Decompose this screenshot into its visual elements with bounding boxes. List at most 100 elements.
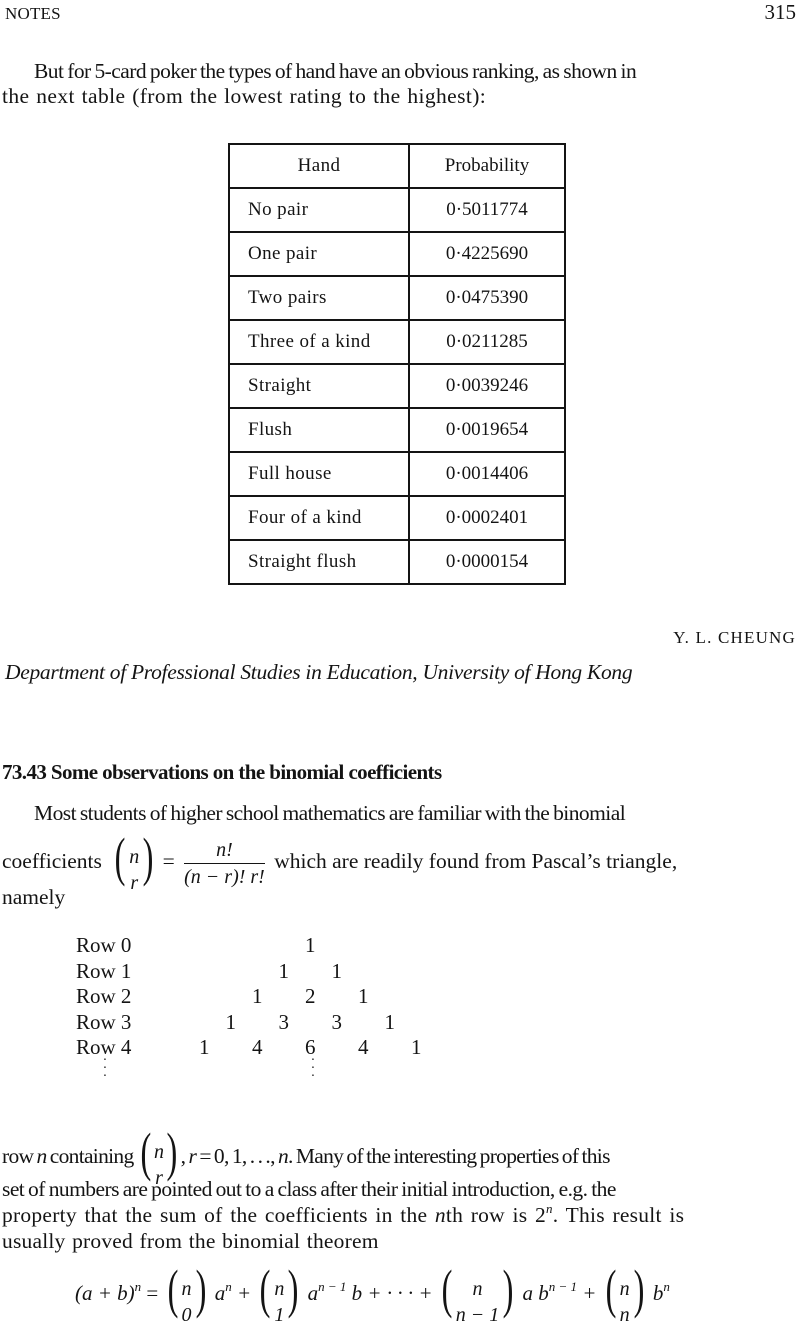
pascal-entry: 1	[331, 958, 343, 983]
pascal-entry: 4	[252, 1035, 263, 1059]
pascal-row-label: Row 2	[76, 984, 132, 1008]
var-n: n	[277, 1143, 289, 1168]
paragraph-3-line-4: usually proved from the binomial theorem	[2, 1229, 379, 1253]
binomial-coefficient: (n n − 1)	[441, 1259, 514, 1327]
hand-cell: No pair	[228, 187, 410, 233]
pascal-entry: 1	[278, 958, 290, 983]
probability-cell: 0·0014406	[408, 451, 566, 497]
namely-text: namely	[2, 885, 66, 909]
term-variable: a	[302, 1280, 319, 1305]
pascal-entry: 1	[411, 1035, 422, 1059]
table-row: Two pairs 0·0475390	[228, 275, 566, 321]
binom-top: n	[472, 1278, 483, 1301]
probability-cell: 0·0002401	[408, 495, 566, 541]
binom-top: n	[181, 1278, 192, 1301]
hand-cell: Four of a kind	[228, 495, 410, 541]
binom-top: n	[274, 1278, 285, 1301]
pascal-entry: 3	[278, 1009, 290, 1034]
term-exponent: n	[663, 1278, 670, 1294]
section-paragraph-line-1: Most students of higher school mathemati…	[34, 801, 626, 825]
binom-top: n	[129, 846, 140, 869]
column-header-probability: Probability	[408, 143, 566, 189]
var-r: r	[188, 1143, 197, 1168]
equals-sign: =	[141, 1280, 164, 1305]
table-row: Three of a kind 0·0211285	[228, 319, 566, 365]
text: th row is 2	[445, 1203, 546, 1227]
binomial-coefficient: (n n)	[605, 1259, 645, 1327]
table-row: One pair 0·4225690	[228, 231, 566, 277]
term-tail: +	[231, 1280, 257, 1305]
fraction-denominator: (n − r)! r!	[184, 865, 265, 888]
author-affiliation: Department of Professional Studies in Ed…	[5, 660, 633, 684]
pascal-entry: 1	[305, 933, 316, 957]
binom-bottom: r	[130, 872, 139, 895]
binom-top: n	[154, 1141, 164, 1164]
text: containing	[46, 1143, 134, 1168]
vertical-ellipsis: · · ·	[102, 1053, 108, 1084]
binomial-theorem-equation: (a + b)n = (n 0) an + (n 1) an − 1 b + · ·…	[75, 1262, 670, 1328]
term-exponent: n − 1	[548, 1278, 577, 1294]
binom-bottom: n − 1	[455, 1304, 500, 1327]
pascal-entry: 3	[331, 1009, 343, 1034]
binomial-coefficient: (n 1)	[260, 1259, 299, 1327]
probability-cell: 0·0211285	[408, 319, 566, 365]
factorial-fraction: n! (n − r)! r!	[184, 837, 265, 890]
intro-paragraph-line-2: the next table (from the lowest rating t…	[2, 84, 487, 108]
term-variable: a	[209, 1280, 226, 1305]
fraction-numerator: n!	[184, 837, 265, 864]
vertical-ellipsis: · · ·	[310, 1053, 316, 1084]
column-header-hand: Hand	[228, 143, 410, 189]
pascal-reference-text: which are readily found from Pascal’s tr…	[274, 848, 678, 873]
text: . This result is	[552, 1203, 685, 1227]
text: . Many of the interesting properties of …	[288, 1143, 610, 1168]
coefficients-label: coefficients	[2, 848, 102, 873]
pascal-entry: 1	[199, 1035, 210, 1059]
pascal-entry: 4	[358, 1035, 369, 1059]
table-row: Straight 0·0039246	[228, 363, 566, 409]
probability-cell: 0·0019654	[408, 407, 566, 453]
binom-bottom: n	[619, 1304, 630, 1327]
table-row: Four of a kind 0·0002401	[228, 495, 566, 541]
probability-cell: 0·4225690	[408, 231, 566, 277]
hand-cell: Three of a kind	[228, 319, 410, 365]
binom-bottom: 0	[181, 1304, 192, 1327]
text: property that the sum of the coefficient…	[2, 1203, 435, 1227]
hand-cell: Flush	[228, 407, 410, 453]
text: = 0, 1, . . .,	[196, 1143, 278, 1168]
term-tail: +	[577, 1280, 602, 1305]
term-variable: a b	[517, 1280, 549, 1305]
author-name: Y. L. CHEUNG	[673, 628, 796, 647]
pascal-entry: 1	[358, 984, 369, 1008]
var-n: n	[434, 1203, 446, 1227]
exponent-n: n	[546, 1201, 553, 1216]
section-title: 73.43 Some observations on the binomial …	[2, 760, 442, 784]
pascal-entry: 2	[305, 984, 316, 1008]
term-exponent: n − 1	[318, 1278, 347, 1294]
table-row: Full house 0·0014406	[228, 451, 566, 497]
table-row: Flush 0·0019654	[228, 407, 566, 453]
paragraph-3-line-2: set of numbers are pointed out to a clas…	[2, 1177, 616, 1201]
table-row: No pair 0·5011774	[228, 187, 566, 233]
hand-cell: One pair	[228, 231, 410, 277]
equation-lhs: (a + b)	[75, 1280, 135, 1305]
probability-cell: 0·0039246	[408, 363, 566, 409]
hand-cell: Full house	[228, 451, 410, 497]
binomial-coefficient: (n 0)	[167, 1259, 206, 1327]
term-variable: b	[647, 1280, 664, 1305]
pascal-entry: 1	[252, 984, 263, 1008]
running-head: NOTES	[5, 4, 61, 23]
intro-paragraph-line-1: But for 5-card poker the types of hand h…	[34, 59, 637, 83]
binom-bottom: 1	[274, 1304, 285, 1327]
hand-cell: Two pairs	[228, 275, 410, 321]
paragraph-3-line-3: property that the sum of the coefficient…	[2, 1201, 685, 1228]
pascal-entry: 1	[384, 1009, 396, 1034]
text: row	[2, 1143, 37, 1168]
pascal-row-label: Row 1	[76, 958, 132, 983]
probability-cell: 0·0475390	[408, 275, 566, 321]
probability-cell: 0·5011774	[408, 187, 566, 233]
page-number: 315	[764, 0, 797, 24]
probability-cell: 0·0000154	[408, 539, 566, 585]
binomial-definition-line: coefficients (n r) = n! (n − r)! r! which…	[2, 830, 677, 896]
table-header-row: Hand Probability	[228, 143, 566, 189]
equals-sign: =	[162, 848, 175, 873]
